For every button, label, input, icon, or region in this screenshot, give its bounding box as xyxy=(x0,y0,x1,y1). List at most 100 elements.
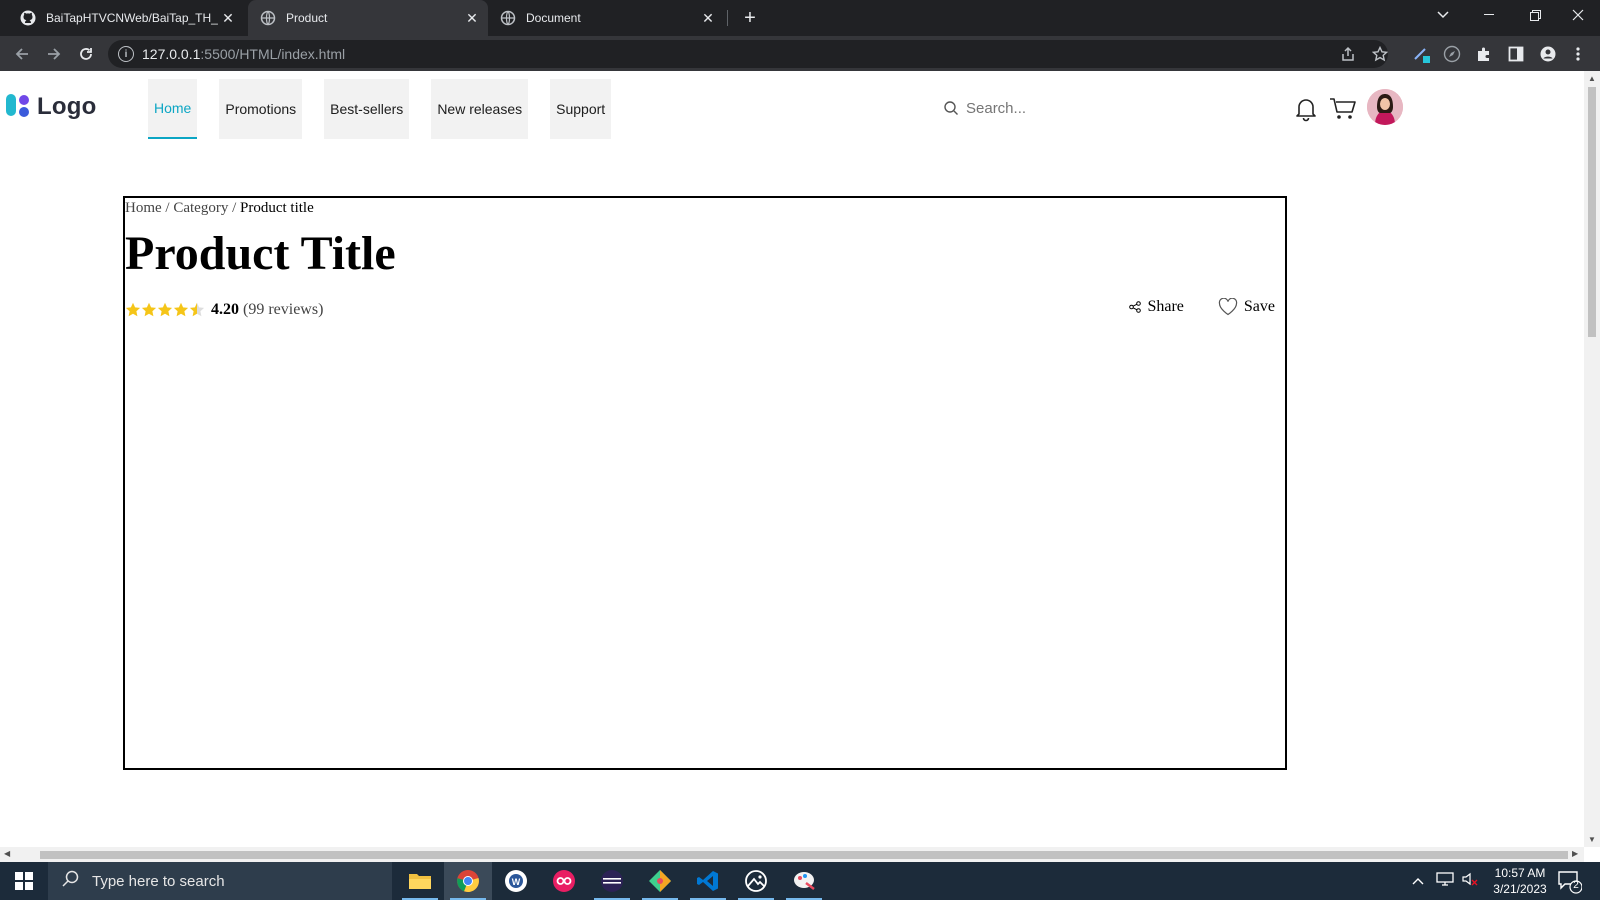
address-bar[interactable]: i 127.0.0.1 :5500/HTML/index.html xyxy=(108,40,1388,68)
rating-star-icon xyxy=(141,302,157,317)
forward-arrow-icon[interactable] xyxy=(40,40,68,68)
scroll-right-arrow-icon[interactable]: ▶ xyxy=(1572,849,1578,858)
url-host: 127.0.0.1 xyxy=(142,46,201,62)
user-avatar[interactable] xyxy=(1367,89,1403,125)
rating-value: 4.20 xyxy=(211,301,239,318)
breadcrumb-current: Product title xyxy=(240,200,314,216)
save-button[interactable]: Save xyxy=(1218,298,1275,316)
share-label: Share xyxy=(1147,298,1184,315)
tray-chevron-up-icon[interactable] xyxy=(1412,872,1424,890)
reload-icon[interactable] xyxy=(72,40,100,68)
globe-icon xyxy=(500,10,516,26)
browser-tab-strip: BaiTapHTVCNWeb/BaiTap_TH_Tu ✕ Product ✕ … xyxy=(0,0,1600,36)
close-window-icon[interactable] xyxy=(1556,0,1600,30)
photos-icon[interactable] xyxy=(732,862,780,900)
windows-taskbar: Type here to search W 10:57 AM 3/21/2023… xyxy=(0,862,1600,900)
main-nav: Home Promotions Best-sellers New release… xyxy=(148,79,633,139)
share-page-icon[interactable] xyxy=(1336,42,1360,66)
vscode-icon[interactable] xyxy=(684,862,732,900)
review-count[interactable]: (99 reviews) xyxy=(243,301,323,319)
rating-star-icon xyxy=(125,302,141,317)
app-oo-icon[interactable] xyxy=(540,862,588,900)
site-logo[interactable]: Logo xyxy=(6,93,96,121)
breadcrumb: Home / Category / Product title xyxy=(125,200,314,217)
system-tray xyxy=(1412,862,1478,900)
tab-product[interactable]: Product ✕ xyxy=(248,0,488,36)
notification-center-icon[interactable]: 2 xyxy=(1556,868,1583,894)
product-title: Product Title xyxy=(125,227,396,280)
notification-bell-icon[interactable] xyxy=(1293,96,1319,122)
paint-icon[interactable] xyxy=(780,862,828,900)
notification-count-badge: 2 xyxy=(1573,880,1579,891)
close-tab-icon[interactable]: ✕ xyxy=(698,8,718,28)
url-path: :5500/HTML/index.html xyxy=(200,46,346,62)
tab-search-icon[interactable] xyxy=(1420,0,1466,30)
nav-best-sellers[interactable]: Best-sellers xyxy=(324,79,410,139)
nav-home[interactable]: Home xyxy=(148,79,198,139)
svg-text:W: W xyxy=(512,877,521,887)
save-label: Save xyxy=(1243,298,1275,315)
close-tab-icon[interactable]: ✕ xyxy=(462,8,482,28)
close-tab-icon[interactable]: ✕ xyxy=(218,8,238,28)
side-panel-icon[interactable] xyxy=(1504,42,1528,66)
clock-date: 3/21/2023 xyxy=(1493,882,1547,896)
nav-new-releases[interactable]: New releases xyxy=(431,79,529,139)
search-input[interactable] xyxy=(966,99,1126,117)
minimize-icon[interactable] xyxy=(1466,0,1512,30)
horizontal-scrollbar[interactable]: ◀ ▶ xyxy=(0,847,1584,862)
vertical-scroll-thumb[interactable] xyxy=(1588,87,1596,337)
tab-document[interactable]: Document ✕ xyxy=(488,0,724,36)
taskbar-search-box[interactable]: Type here to search xyxy=(48,862,392,900)
bookmark-star-icon[interactable] xyxy=(1368,42,1392,66)
rating-star-icon xyxy=(157,302,173,317)
globe-icon xyxy=(260,10,276,26)
scroll-left-arrow-icon[interactable]: ◀ xyxy=(4,849,10,858)
taskbar-clock[interactable]: 10:57 AM 3/21/2023 xyxy=(1486,865,1554,897)
breadcrumb-home[interactable]: Home xyxy=(125,200,162,216)
cart-icon[interactable] xyxy=(1329,96,1356,122)
tab-title: Product xyxy=(286,11,328,25)
compass-icon[interactable] xyxy=(1440,42,1464,66)
kebab-menu-icon[interactable] xyxy=(1566,42,1590,66)
scroll-up-arrow-icon[interactable]: ▲ xyxy=(1588,74,1596,83)
volume-muted-icon[interactable] xyxy=(1462,871,1478,892)
clock-time: 10:57 AM xyxy=(1494,866,1546,880)
windows-start-icon[interactable] xyxy=(0,862,48,900)
product-actions: Share Save xyxy=(1129,298,1275,316)
search-icon xyxy=(62,870,80,892)
scroll-down-arrow-icon[interactable]: ▼ xyxy=(1588,835,1596,844)
extensions-puzzle-icon[interactable] xyxy=(1472,42,1496,66)
tab-separator xyxy=(727,10,728,26)
nav-promotions[interactable]: Promotions xyxy=(219,79,303,139)
file-explorer-icon[interactable] xyxy=(396,862,444,900)
logo-mark-icon xyxy=(6,94,32,120)
share-icon xyxy=(1129,301,1142,313)
product-rating: 4.20 (99 reviews) xyxy=(125,301,323,319)
profile-icon[interactable] xyxy=(1536,42,1560,66)
breadcrumb-category[interactable]: Category xyxy=(173,200,228,216)
restore-icon[interactable] xyxy=(1512,0,1558,30)
page-viewport: Logo Home Promotions Best-sellers New re… xyxy=(0,71,1584,847)
rating-star-icon xyxy=(189,302,205,317)
chrome-icon[interactable] xyxy=(444,862,492,900)
new-tab-button[interactable]: + xyxy=(738,6,762,30)
product-container: Home / Category / Product title Product … xyxy=(123,196,1287,770)
site-search xyxy=(938,96,1138,120)
vertical-scrollbar[interactable]: ▲ ▼ xyxy=(1584,71,1600,847)
eclipse-icon[interactable] xyxy=(588,862,636,900)
site-info-icon[interactable]: i xyxy=(118,46,134,62)
nav-support[interactable]: Support xyxy=(550,79,612,139)
back-arrow-icon[interactable] xyxy=(8,40,36,68)
site-header: Logo Home Promotions Best-sellers New re… xyxy=(0,71,1584,141)
heart-icon xyxy=(1218,298,1238,316)
tab-github[interactable]: BaiTapHTVCNWeb/BaiTap_TH_Tu ✕ xyxy=(8,0,244,36)
network-icon[interactable] xyxy=(1436,871,1454,892)
share-button[interactable]: Share xyxy=(1129,298,1184,316)
horizontal-scroll-thumb[interactable] xyxy=(40,851,1568,859)
ms-word-icon[interactable]: W xyxy=(492,862,540,900)
sourcetree-icon[interactable] xyxy=(636,862,684,900)
extension-pen-icon[interactable] xyxy=(1410,42,1434,66)
rating-star-icon xyxy=(173,302,189,317)
search-icon xyxy=(942,99,960,117)
tab-title: BaiTapHTVCNWeb/BaiTap_TH_Tu xyxy=(46,11,218,25)
